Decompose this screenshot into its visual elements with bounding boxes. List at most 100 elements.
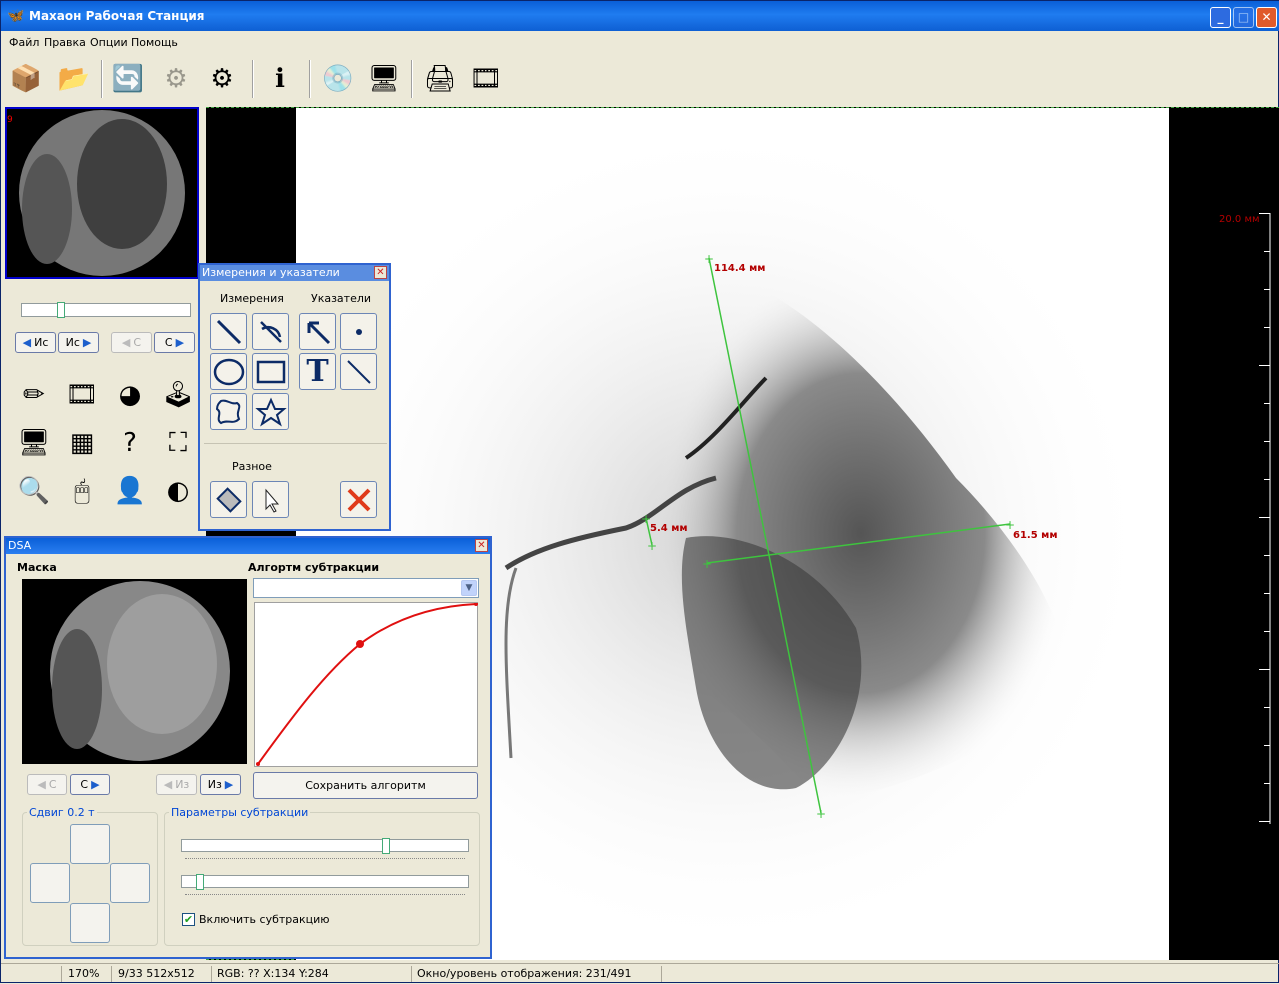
measure-label-3: 61.5 мм xyxy=(1013,530,1058,541)
dot-pointer-tool-icon[interactable] xyxy=(340,313,377,350)
monitor-icon[interactable]: 🖥 xyxy=(14,423,54,463)
status-frame: 9/33 512x512 xyxy=(118,967,195,980)
contrast-icon[interactable]: ◐ xyxy=(158,471,198,511)
mask-next-frame-label: С xyxy=(80,778,89,791)
grid-monitor-icon[interactable]: ▦ xyxy=(62,423,102,463)
scale-tick xyxy=(1264,441,1270,442)
scale-tick xyxy=(1264,707,1270,708)
frame-slider-knob[interactable] xyxy=(57,302,66,318)
algorithm-label: Алгортм субтракции xyxy=(248,561,380,574)
next-series-button[interactable]: Ис ▶ xyxy=(58,332,99,353)
subtraction-params-group: Параметры субтракции ✔ Включить субтракц… xyxy=(164,806,480,946)
line-measure-tool-icon[interactable] xyxy=(210,313,247,350)
scale-tick xyxy=(1259,365,1270,366)
measure-line-3 xyxy=(706,523,1011,564)
rectangle-tool-icon[interactable] xyxy=(252,353,289,390)
mask-prev-image-button[interactable]: ◀ Из xyxy=(156,774,197,795)
mask-image-svg xyxy=(50,581,230,761)
next-frame-label: С xyxy=(164,336,173,349)
misc-label: Разное xyxy=(232,460,272,473)
text-tool-icon[interactable]: T xyxy=(299,353,336,390)
subtraction-slider-1-knob[interactable] xyxy=(382,838,391,854)
scale-tick xyxy=(1259,213,1270,214)
next-series-label: Ис xyxy=(65,336,80,349)
subtraction-slider-1[interactable] xyxy=(181,838,469,854)
svg-text:+: + xyxy=(647,539,657,553)
help-monitor-icon[interactable]: ? xyxy=(110,423,150,463)
app-window: 🦋 Махаон Рабочая Станция _ □ ✕ Файл Прав… xyxy=(0,0,1279,983)
scale-tick xyxy=(1264,631,1270,632)
color-wheel-icon[interactable]: ◕ xyxy=(110,375,150,415)
mask-image[interactable] xyxy=(22,579,247,764)
mask-next-image-button[interactable]: Из ▶ xyxy=(200,774,241,795)
measurements-dialog-title-text: Измерения и указатели xyxy=(202,266,340,279)
series-thumbnail[interactable]: 9 xyxy=(5,107,199,279)
magnifier-icon[interactable]: 🔍 xyxy=(14,471,54,511)
mouse-icon[interactable]: 🖱 xyxy=(62,471,102,511)
subtraction-slider-2-knob[interactable] xyxy=(195,874,204,890)
measurements-dialog-title: Измерения и указатели xyxy=(200,265,389,281)
measure-line-1 xyxy=(708,257,822,814)
scale-tick xyxy=(1264,251,1270,252)
ruler-calibrate-tool-icon[interactable] xyxy=(210,481,247,518)
ellipse-tool-icon[interactable] xyxy=(210,353,247,390)
scale-bar-area: 20.0 мм xyxy=(1169,108,1279,960)
scale-tick xyxy=(1259,517,1270,518)
measurements-label: Измерения xyxy=(220,292,284,305)
scale-tick xyxy=(1259,669,1270,670)
shift-down-button[interactable] xyxy=(70,903,110,943)
save-algorithm-button[interactable]: Сохранить алгоритм xyxy=(253,772,478,799)
dsa-close-button[interactable]: ✕ xyxy=(475,539,488,552)
select-cursor-tool-icon[interactable] xyxy=(252,481,289,518)
thumbnail-image xyxy=(19,110,185,276)
chevron-down-icon[interactable]: ▼ xyxy=(461,580,477,596)
person-measure-icon[interactable]: 👤 xyxy=(110,471,150,511)
fullscreen-monitor-icon[interactable]: ⛶ xyxy=(158,423,198,463)
measure-label-1: 114.4 мм xyxy=(714,263,766,274)
shift-up-button[interactable] xyxy=(70,824,110,864)
prev-frame-button[interactable]: ◀ С xyxy=(111,332,152,353)
shift-right-button[interactable] xyxy=(110,863,150,903)
status-window-level: Окно/уровень отображения: 231/491 xyxy=(417,967,632,980)
shift-group: Сдвиг 0.2 т xyxy=(22,806,158,946)
subtraction-curve[interactable] xyxy=(254,602,478,767)
subtraction-slider-2[interactable] xyxy=(181,874,469,890)
freehand-tool-icon[interactable] xyxy=(210,393,247,430)
dialog-divider xyxy=(204,443,387,444)
thumb-marker: 9 xyxy=(7,115,13,125)
joystick-icon[interactable]: 🕹 xyxy=(158,375,198,415)
ruler-pen-icon[interactable]: ✏ xyxy=(14,375,54,415)
algorithm-select[interactable]: ▼ xyxy=(253,578,479,598)
scale-tick xyxy=(1264,479,1270,480)
svg-text:+: + xyxy=(816,807,826,821)
svg-text:+: + xyxy=(702,557,712,571)
measurements-dialog: Измерения и указатели ✕ Измерения Указат… xyxy=(198,263,391,531)
polygon-tool-icon[interactable] xyxy=(252,393,289,430)
prev-frame-label: С xyxy=(133,336,142,349)
prev-series-button[interactable]: ◀ Ис xyxy=(15,332,56,353)
angle-measure-tool-icon[interactable] xyxy=(252,313,289,350)
frame-slider[interactable] xyxy=(21,302,191,318)
enable-subtraction-checkbox[interactable]: ✔ xyxy=(182,913,195,926)
film-reel-icon[interactable]: 🎞 xyxy=(62,375,102,415)
scale-ruler xyxy=(1269,213,1271,824)
measurements-close-button[interactable]: ✕ xyxy=(374,266,387,279)
next-frame-button[interactable]: С ▶ xyxy=(154,332,195,353)
scale-tick xyxy=(1264,745,1270,746)
dsa-dialog-title-text: DSA xyxy=(8,539,32,552)
slider-2-ticks xyxy=(185,894,465,895)
slider-1-ticks xyxy=(185,858,465,859)
mask-next-frame-button[interactable]: С ▶ xyxy=(70,774,110,795)
save-algorithm-label: Сохранить алгоритм xyxy=(305,779,426,792)
scale-tick xyxy=(1264,289,1270,290)
status-bar: 170% 9/33 512x512 RGB: ?? X:134 Y:284 Ок… xyxy=(1,963,1279,984)
line-pointer-tool-icon[interactable] xyxy=(340,353,377,390)
arrow-pointer-tool-icon[interactable] xyxy=(299,313,336,350)
mask-prev-image-label: Из xyxy=(175,778,190,791)
dsa-dialog-title: DSA xyxy=(6,538,490,554)
scale-tick xyxy=(1259,821,1270,822)
delete-tool-icon[interactable] xyxy=(340,481,377,518)
mask-prev-frame-button[interactable]: ◀ С xyxy=(27,774,67,795)
subtraction-params-label: Параметры субтракции xyxy=(169,806,311,819)
shift-left-button[interactable] xyxy=(30,863,70,903)
